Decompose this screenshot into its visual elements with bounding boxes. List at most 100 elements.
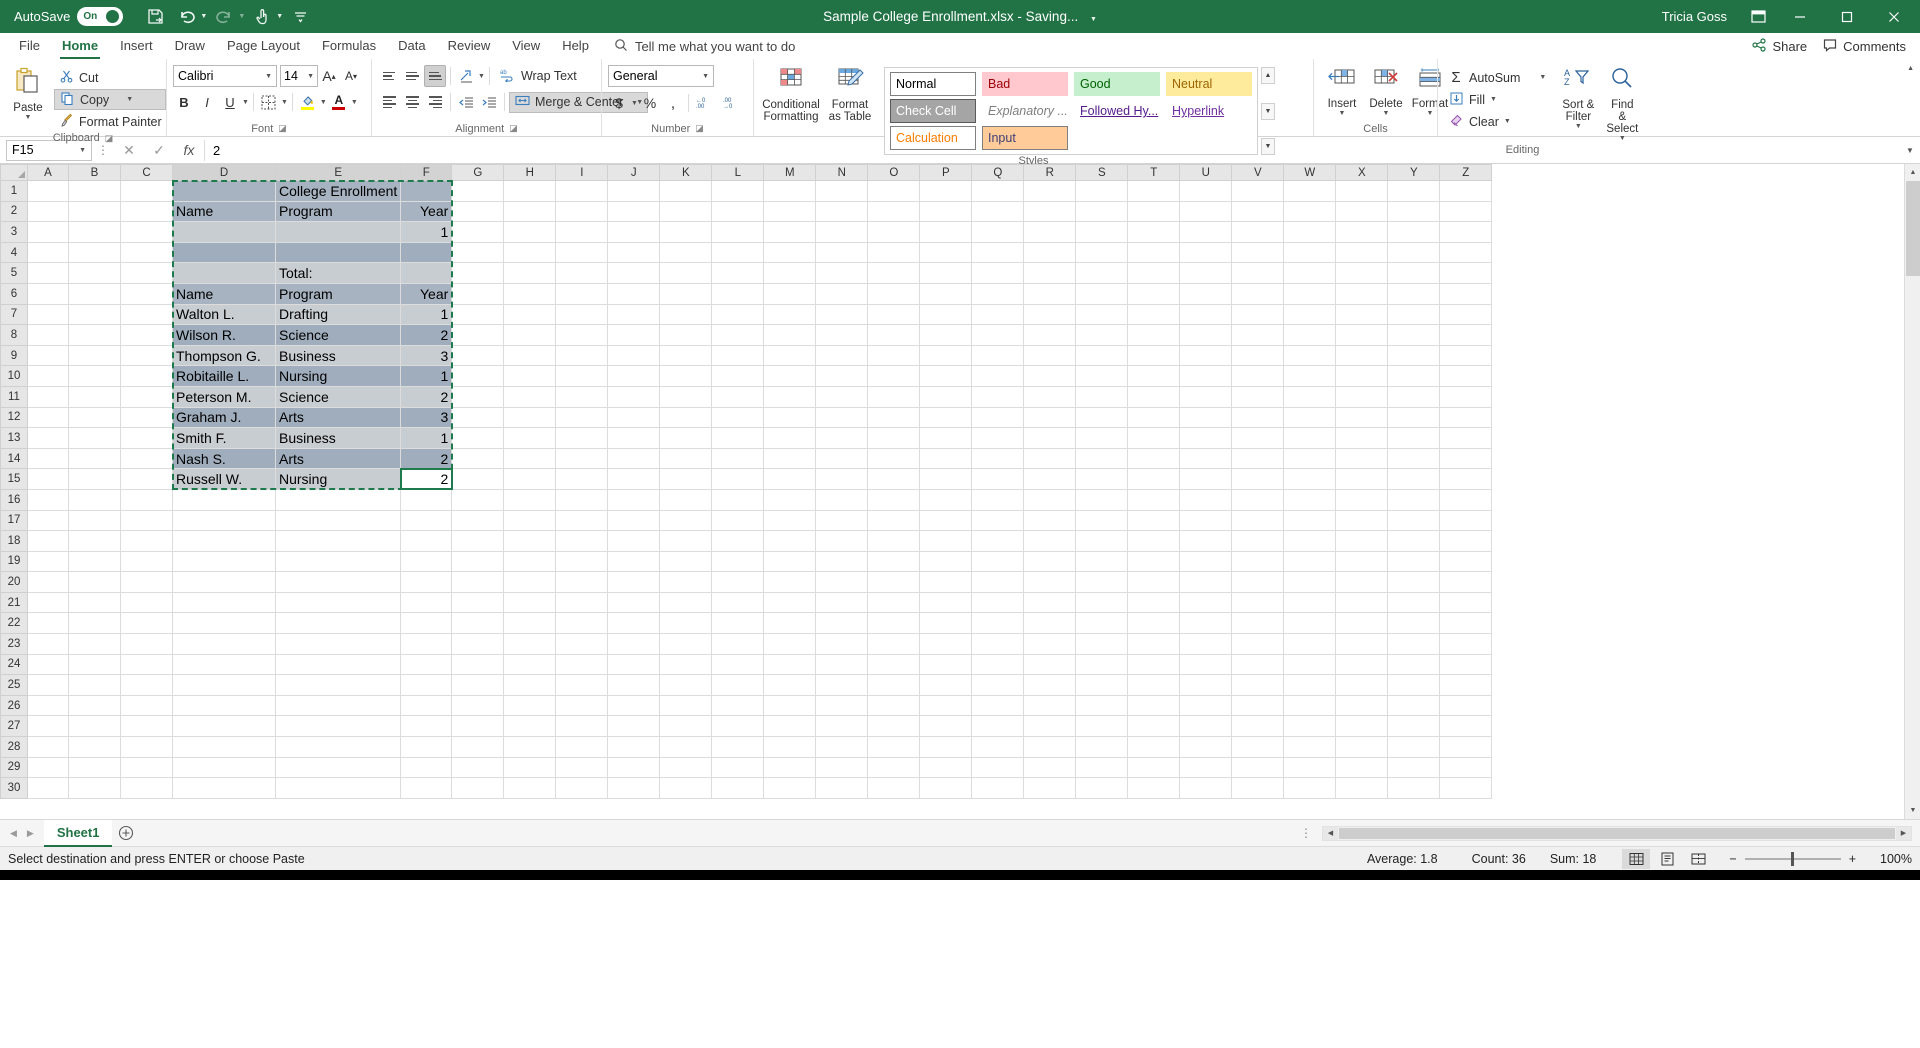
- cell-I30[interactable]: [555, 777, 609, 799]
- column-header-H[interactable]: H: [503, 164, 557, 181]
- cell-E3[interactable]: [275, 221, 402, 243]
- format-painter-button[interactable]: Format Painter: [54, 111, 166, 132]
- cell-N30[interactable]: [815, 777, 869, 799]
- cell-H1[interactable]: [503, 180, 557, 202]
- cell-Z27[interactable]: [1439, 715, 1493, 738]
- tab-file[interactable]: File: [8, 33, 51, 59]
- cell-W8[interactable]: [1283, 324, 1337, 346]
- cell-S9[interactable]: [1075, 345, 1129, 367]
- status-count[interactable]: Count: 36: [1472, 852, 1526, 866]
- cell-V8[interactable]: [1231, 324, 1285, 346]
- cell-G27[interactable]: [451, 715, 505, 738]
- cell-A11[interactable]: [27, 386, 69, 408]
- cell-G24[interactable]: [451, 654, 505, 676]
- cell-M23[interactable]: [763, 633, 817, 655]
- row-header-10[interactable]: 10: [0, 365, 28, 387]
- cell-G9[interactable]: [451, 345, 505, 367]
- cell-H20[interactable]: [503, 571, 557, 593]
- cell-D3[interactable]: [172, 221, 276, 243]
- cell-C12[interactable]: [120, 407, 173, 429]
- cell-S24[interactable]: [1075, 654, 1129, 676]
- cell-J16[interactable]: [607, 489, 661, 511]
- increase-decimal-icon[interactable]: ←0.00: [693, 92, 719, 114]
- cell-O6[interactable]: [867, 283, 921, 305]
- cell-T29[interactable]: [1127, 757, 1181, 779]
- cell-G30[interactable]: [451, 777, 505, 799]
- sheet-tab-sheet1[interactable]: Sheet1: [43, 819, 113, 847]
- cell-V11[interactable]: [1231, 386, 1285, 408]
- borders-icon[interactable]: [258, 91, 280, 113]
- row-header-11[interactable]: 11: [0, 385, 28, 408]
- cell-Y1[interactable]: [1387, 180, 1441, 202]
- cell-M2[interactable]: [763, 201, 817, 223]
- cell-P21[interactable]: [919, 592, 973, 614]
- cell-L28[interactable]: [711, 736, 765, 758]
- cell-B28[interactable]: [68, 736, 121, 758]
- cell-E11[interactable]: Science: [275, 386, 402, 408]
- cell-N6[interactable]: [815, 283, 869, 305]
- cell-D8[interactable]: Wilson R.: [172, 324, 276, 346]
- row-header-20[interactable]: 20: [0, 571, 28, 593]
- cell-V19[interactable]: [1231, 551, 1285, 573]
- cell-Y20[interactable]: [1387, 571, 1441, 593]
- cell-M19[interactable]: [763, 551, 817, 573]
- cell-W9[interactable]: [1283, 345, 1337, 367]
- cell-A7[interactable]: [27, 304, 69, 326]
- cell-V26[interactable]: [1231, 695, 1285, 717]
- number-format-dropdown-icon[interactable]: ▼: [702, 73, 709, 80]
- cell-B27[interactable]: [68, 715, 121, 738]
- cell-W18[interactable]: [1283, 530, 1337, 552]
- cell-J30[interactable]: [607, 777, 661, 799]
- cell-U26[interactable]: [1179, 695, 1233, 717]
- cell-K24[interactable]: [659, 654, 713, 676]
- cell-N29[interactable]: [815, 757, 869, 779]
- cell-I12[interactable]: [555, 407, 609, 429]
- customize-quick-access-icon[interactable]: [286, 4, 314, 30]
- cell-T17[interactable]: [1127, 510, 1181, 532]
- cell-M27[interactable]: [763, 715, 817, 738]
- cell-Q10[interactable]: [971, 365, 1025, 387]
- cell-G7[interactable]: [451, 304, 505, 326]
- cell-B9[interactable]: [68, 345, 121, 367]
- percent-format-icon[interactable]: %: [639, 92, 661, 114]
- cell-F1[interactable]: [400, 180, 453, 202]
- cell-S27[interactable]: [1075, 715, 1129, 738]
- cell-L3[interactable]: [711, 221, 765, 243]
- cell-M25[interactable]: [763, 674, 817, 696]
- cell-Z25[interactable]: [1439, 674, 1493, 696]
- cell-I11[interactable]: [555, 386, 609, 408]
- cell-L16[interactable]: [711, 489, 765, 511]
- cell-G1[interactable]: [451, 180, 505, 202]
- cell-H24[interactable]: [503, 654, 557, 676]
- cell-X13[interactable]: [1335, 427, 1389, 449]
- cell-V28[interactable]: [1231, 736, 1285, 758]
- cell-M8[interactable]: [763, 324, 817, 346]
- cell-Q2[interactable]: [971, 201, 1025, 223]
- cell-S22[interactable]: [1075, 612, 1129, 635]
- cell-L21[interactable]: [711, 592, 765, 614]
- cell-D12[interactable]: Graham J.: [172, 407, 276, 429]
- cell-K17[interactable]: [659, 510, 713, 532]
- cell-S13[interactable]: [1075, 427, 1129, 449]
- decrease-font-size-icon[interactable]: A ▾: [340, 65, 362, 87]
- column-header-Z[interactable]: Z: [1439, 164, 1493, 181]
- cell-P8[interactable]: [919, 324, 973, 346]
- cell-X10[interactable]: [1335, 365, 1389, 387]
- cell-N23[interactable]: [815, 633, 869, 655]
- cell-I19[interactable]: [555, 551, 609, 573]
- cell-W4[interactable]: [1283, 242, 1337, 264]
- cell-J13[interactable]: [607, 427, 661, 449]
- cell-T30[interactable]: [1127, 777, 1181, 799]
- cell-J22[interactable]: [607, 612, 661, 635]
- cell-Z16[interactable]: [1439, 489, 1493, 511]
- cell-C9[interactable]: [120, 345, 173, 367]
- cell-N7[interactable]: [815, 304, 869, 326]
- cell-Q24[interactable]: [971, 654, 1025, 676]
- cell-H15[interactable]: [503, 468, 557, 490]
- cell-D5[interactable]: [172, 262, 276, 284]
- cell-K1[interactable]: [659, 180, 713, 202]
- column-header-P[interactable]: P: [919, 164, 973, 181]
- tab-page-layout[interactable]: Page Layout: [216, 33, 311, 59]
- cell-K19[interactable]: [659, 551, 713, 573]
- cell-Q9[interactable]: [971, 345, 1025, 367]
